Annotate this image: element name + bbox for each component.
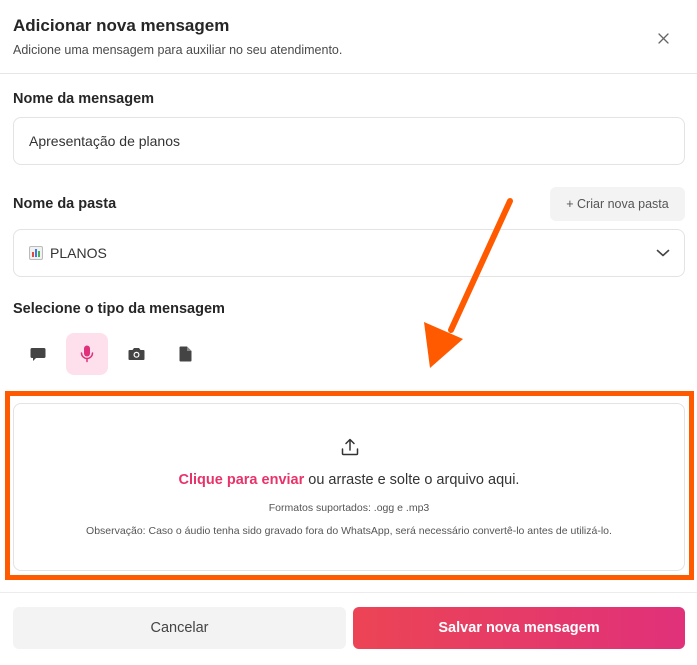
create-folder-button[interactable]: + Criar nova pasta (550, 187, 685, 221)
type-document-button[interactable] (164, 333, 206, 375)
message-name-label: Nome da mensagem (13, 91, 155, 107)
camera-icon (128, 348, 144, 360)
message-name-value: Apresentação de planos (29, 133, 180, 149)
message-type-label: Selecione o tipo da mensagem (13, 301, 225, 317)
type-text-button[interactable] (17, 333, 59, 375)
chevron-down-icon (656, 249, 670, 257)
footer-divider (0, 592, 697, 593)
close-button[interactable] (652, 27, 674, 49)
save-message-button[interactable]: Salvar nova mensagem (353, 607, 685, 649)
folder-select[interactable]: PLANOS (13, 229, 685, 277)
modal-subtitle: Adicione uma mensagem para auxiliar no s… (13, 43, 343, 57)
type-audio-button[interactable] (66, 333, 108, 375)
document-icon (179, 346, 191, 362)
type-image-button[interactable] (115, 333, 157, 375)
chat-bubble-icon (30, 347, 46, 361)
modal-header: Adicionar nova mensagem Adicione uma men… (0, 0, 697, 74)
add-message-modal: Adicionar nova mensagem Adicione uma men… (0, 0, 697, 665)
close-icon (657, 32, 669, 44)
microphone-icon (80, 345, 94, 363)
highlight-box (5, 391, 694, 580)
message-name-input[interactable]: Apresentação de planos (13, 117, 685, 165)
bar-chart-emoji-icon (29, 246, 43, 260)
cancel-button[interactable]: Cancelar (13, 607, 346, 649)
modal-title: Adicionar nova mensagem (13, 16, 230, 35)
folder-select-value: PLANOS (50, 245, 107, 261)
folder-name-label: Nome da pasta (13, 196, 117, 212)
